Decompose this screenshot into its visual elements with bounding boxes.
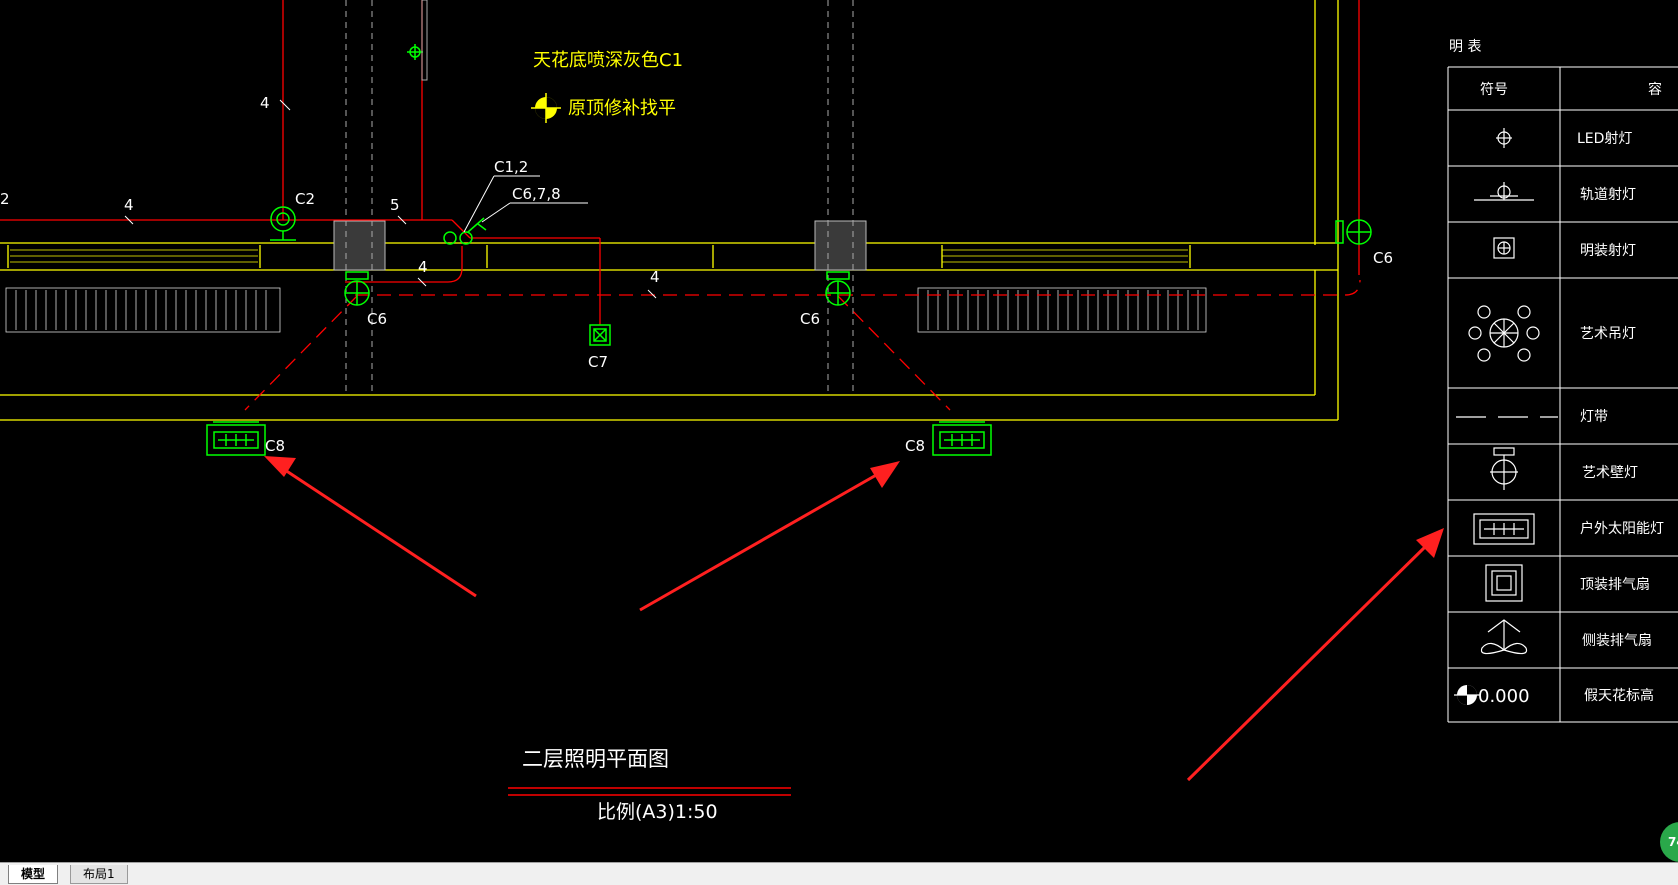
label-c8-right: C8: [905, 437, 925, 455]
tab-layout1[interactable]: 布局1: [70, 865, 128, 884]
cad-drawing-canvas[interactable]: 天花底喷深灰色C1 原顶修补找平 4 2 4 C2 5 C1,2 C6,7,8 …: [0, 0, 1678, 862]
label-c2: C2: [295, 190, 315, 208]
label-c12: C1,2: [494, 158, 528, 176]
note-ceiling-color: 天花底喷深灰色C1: [533, 50, 683, 71]
legend-header-content: 容: [1648, 81, 1662, 98]
legend-row-label: 明装射灯: [1580, 243, 1636, 259]
legend-row-label: 假天花标高: [1584, 687, 1654, 704]
label-wire-4-b: 4: [124, 196, 134, 214]
legend-header-symbol: 符号: [1480, 82, 1508, 98]
label-wire-4-a: 4: [260, 94, 270, 112]
label-wire-2: 2: [0, 190, 10, 208]
label-c6-left: C6: [367, 310, 387, 328]
legend-row-label: 艺术壁灯: [1582, 465, 1638, 481]
label-c7: C7: [588, 353, 608, 371]
drawing-title: 二层照明平面图: [522, 747, 669, 771]
legend-row-label: LED射灯: [1577, 131, 1632, 147]
legend-row-label: 户外太阳能灯: [1580, 520, 1664, 537]
legend-row-label: 灯带: [1580, 409, 1608, 425]
legend-elevation-value: 0.000: [1478, 686, 1530, 707]
legend-row-label: 艺术吊灯: [1580, 326, 1636, 342]
legend-row-label: 轨道射灯: [1580, 187, 1636, 203]
legend-row-label: 侧装排气扇: [1582, 633, 1652, 649]
label-c6-right: C6: [1373, 249, 1393, 267]
note-patch-ceiling: 原顶修补找平: [568, 98, 676, 119]
layout-tab-bar: 模型 布局1: [0, 862, 1678, 885]
drawing-scale: 比例(A3)1:50: [597, 801, 718, 823]
tab-model[interactable]: 模型: [8, 865, 59, 884]
label-c678: C6,7,8: [512, 185, 561, 203]
label-wire-4-c: 4: [418, 258, 428, 276]
label-c8-left: C8: [265, 437, 285, 455]
label-c6-mid: C6: [800, 310, 820, 328]
label-wire-5: 5: [390, 196, 400, 214]
legend-row-label: 顶装排气扇: [1580, 577, 1650, 593]
label-wire-4-d: 4: [650, 268, 660, 286]
legend-title: 明 表: [1449, 39, 1481, 55]
